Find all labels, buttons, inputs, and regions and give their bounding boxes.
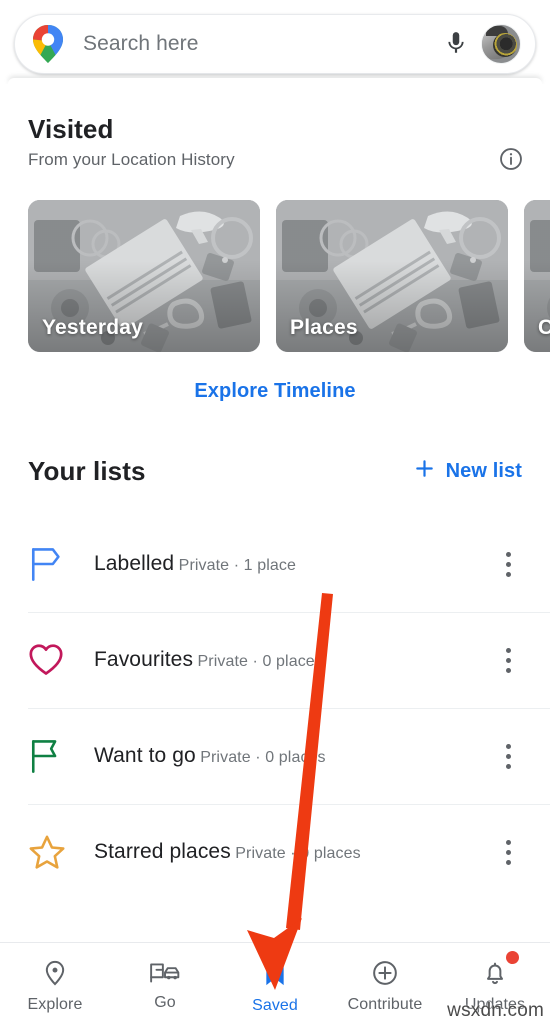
- avatar-image-lens: [493, 33, 517, 57]
- google-maps-pin-icon: [31, 24, 65, 64]
- map-pin-icon: [41, 959, 69, 990]
- watermark: wsxdn.com: [447, 1000, 544, 1021]
- list-item[interactable]: Want to go Private · 0 places: [0, 708, 550, 804]
- list-item-meta: Private · 0 places: [197, 653, 323, 670]
- bookmark-icon: [261, 958, 289, 991]
- overflow-menu-icon[interactable]: [488, 828, 528, 876]
- search-input[interactable]: [83, 32, 439, 56]
- nav-tab-label: Contribute: [347, 996, 423, 1013]
- flag-icon: [28, 545, 72, 583]
- list-item-name: Want to go: [94, 744, 196, 767]
- visited-card[interactable]: C: [524, 200, 550, 352]
- list-item-text: Starred places Private · 0 places: [72, 839, 488, 865]
- star-icon: [28, 834, 72, 871]
- visited-title: Visited: [28, 114, 114, 144]
- visited-section-header: Visited From your Location History: [0, 84, 550, 170]
- avatar[interactable]: [481, 24, 521, 64]
- microphone-icon: [443, 30, 469, 59]
- your-lists-list: Labelled Private · 1 place Favourites Pr…: [0, 516, 550, 900]
- visited-card[interactable]: Places: [276, 200, 508, 352]
- plus-icon: [413, 457, 436, 486]
- nav-tab-label: Go: [154, 994, 176, 1011]
- search-bar[interactable]: [14, 14, 536, 74]
- list-item[interactable]: Starred places Private · 0 places: [0, 804, 550, 900]
- list-item[interactable]: Favourites Private · 0 places: [0, 612, 550, 708]
- transit-car-icon: [149, 961, 181, 988]
- visited-card-caption: Yesterday: [42, 316, 144, 339]
- plus-circle-icon: [371, 959, 399, 990]
- nav-tab-label: Saved: [252, 997, 298, 1014]
- list-item-name: Labelled: [94, 552, 175, 575]
- visited-cards-carousel[interactable]: Yesterday Places C: [0, 200, 550, 358]
- new-list-button[interactable]: New list: [411, 453, 524, 490]
- list-item-text: Labelled Private · 1 place: [72, 551, 488, 577]
- visited-card[interactable]: Yesterday: [28, 200, 260, 352]
- visited-card-caption: Places: [290, 316, 358, 339]
- list-item-meta: Private · 0 places: [200, 749, 326, 766]
- list-item-meta: Private · 1 place: [178, 557, 296, 574]
- overflow-menu-icon[interactable]: [488, 732, 528, 780]
- new-list-label: New list: [445, 459, 522, 482]
- search-bar-container: [0, 0, 550, 88]
- visited-card-caption: C: [538, 316, 550, 339]
- nav-tab-go[interactable]: Go: [110, 943, 220, 1024]
- flag-icon: [28, 737, 72, 775]
- info-icon: [498, 148, 524, 175]
- overflow-menu-icon[interactable]: [488, 540, 528, 588]
- saved-sheet: Visited From your Location History Yeste…: [0, 84, 550, 942]
- microphone-button[interactable]: [439, 27, 473, 61]
- list-item-name: Favourites: [94, 648, 194, 671]
- overflow-menu-icon[interactable]: [488, 636, 528, 684]
- nav-tab-label: Explore: [27, 996, 83, 1013]
- explore-timeline-link[interactable]: Explore Timeline: [0, 380, 550, 403]
- bell-icon: [481, 959, 509, 990]
- google-maps-saved-screen: Visited From your Location History: [0, 0, 550, 1024]
- list-item-text: Want to go Private · 0 places: [72, 743, 488, 769]
- your-lists-header: Your lists New list: [0, 448, 550, 494]
- list-item-meta: Private · 0 places: [235, 845, 361, 862]
- list-item[interactable]: Labelled Private · 1 place: [0, 516, 550, 612]
- nav-tab-contribute[interactable]: Contribute: [330, 943, 440, 1024]
- list-item-text: Favourites Private · 0 places: [72, 647, 488, 673]
- list-item-name: Starred places: [94, 840, 231, 863]
- visited-subtitle: From your Location History: [28, 150, 235, 169]
- your-lists-title: Your lists: [28, 455, 146, 486]
- nav-tab-saved[interactable]: Saved: [220, 943, 330, 1024]
- updates-badge: [506, 951, 519, 964]
- heart-icon: [28, 643, 72, 677]
- info-button[interactable]: [498, 146, 524, 172]
- nav-tab-explore[interactable]: Explore: [0, 943, 110, 1024]
